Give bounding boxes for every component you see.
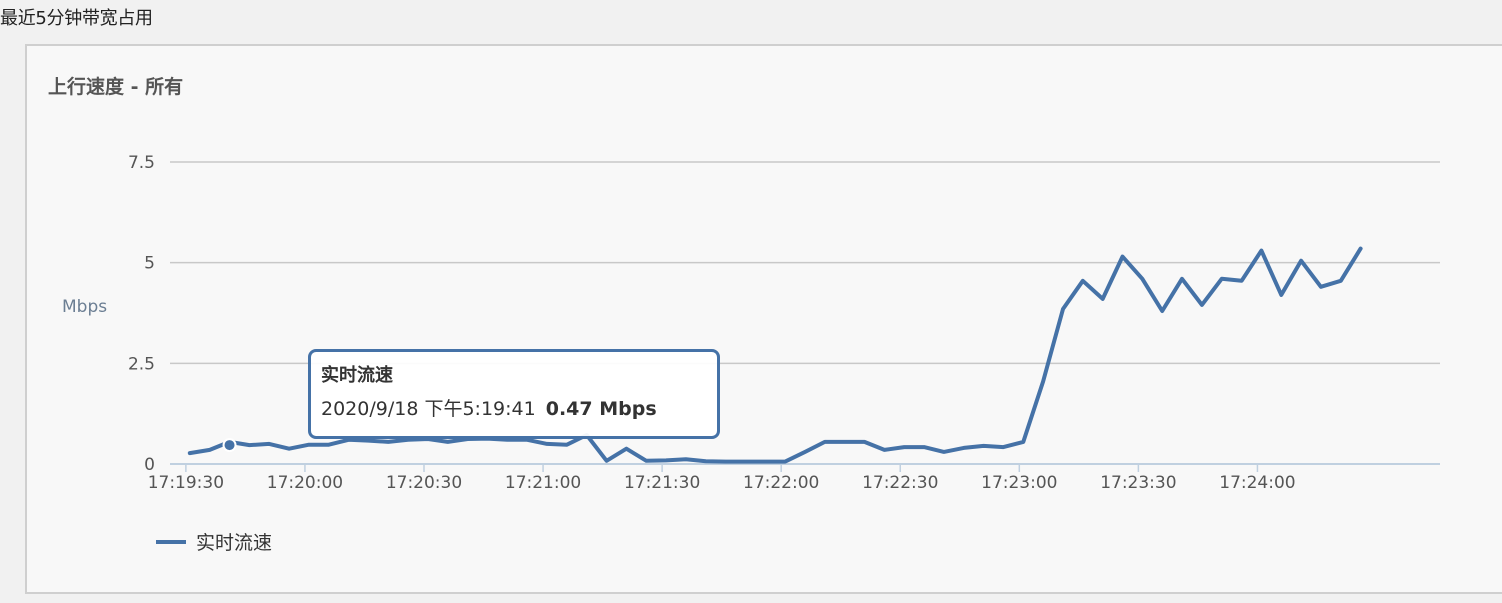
y-tick-label: 0 bbox=[144, 455, 155, 475]
x-tick-label: 17:23:00 bbox=[981, 473, 1057, 493]
x-tick-label: 17:24:00 bbox=[1219, 473, 1295, 493]
x-tick-label: 17:21:00 bbox=[505, 473, 581, 493]
x-tick-label: 17:22:30 bbox=[862, 473, 938, 493]
x-tick-label: 17:20:30 bbox=[386, 473, 462, 493]
y-tick-labels: 0 2.5 5 7.5 bbox=[128, 153, 155, 475]
x-tick-label: 17:22:00 bbox=[743, 473, 819, 493]
x-tick-label: 17:23:30 bbox=[1100, 473, 1176, 493]
tooltip: 实时流速 2020/9/18 下午5:19:41 0.47 Mbps bbox=[308, 349, 720, 439]
x-tick-label: 17:19:30 bbox=[148, 473, 224, 493]
y-axis-title: Mbps bbox=[62, 297, 107, 317]
x-tick-label: 17:21:30 bbox=[624, 473, 700, 493]
x-axis bbox=[170, 463, 1440, 472]
x-tick-labels: 17:19:30 17:20:00 17:20:30 17:21:00 17:21:30… bbox=[148, 473, 1296, 493]
tooltip-value: 0.47 Mbps bbox=[545, 398, 657, 420]
legend-label-realtime: 实时流速 bbox=[196, 532, 272, 554]
tooltip-datetime: 2020/9/18 下午5:19:41 bbox=[321, 398, 536, 420]
legend[interactable]: 实时流速 bbox=[156, 532, 272, 554]
line-chart[interactable]: 02.557.5 Mbps 17:19:30 17:20:00 17:20:30 17… bbox=[0, 0, 1502, 603]
tooltip-series-name: 实时流速 bbox=[321, 365, 393, 386]
y-tick-label: 2.5 bbox=[128, 354, 155, 374]
highlighted-point[interactable] bbox=[222, 438, 237, 453]
grid-lines bbox=[170, 161, 1440, 365]
y-tick-label: 7.5 bbox=[128, 153, 155, 173]
x-tick-label: 17:20:00 bbox=[267, 473, 343, 493]
tooltip-row: 2020/9/18 下午5:19:41 0.47 Mbps bbox=[321, 394, 707, 424]
y-tick-label: 5 bbox=[144, 254, 155, 274]
